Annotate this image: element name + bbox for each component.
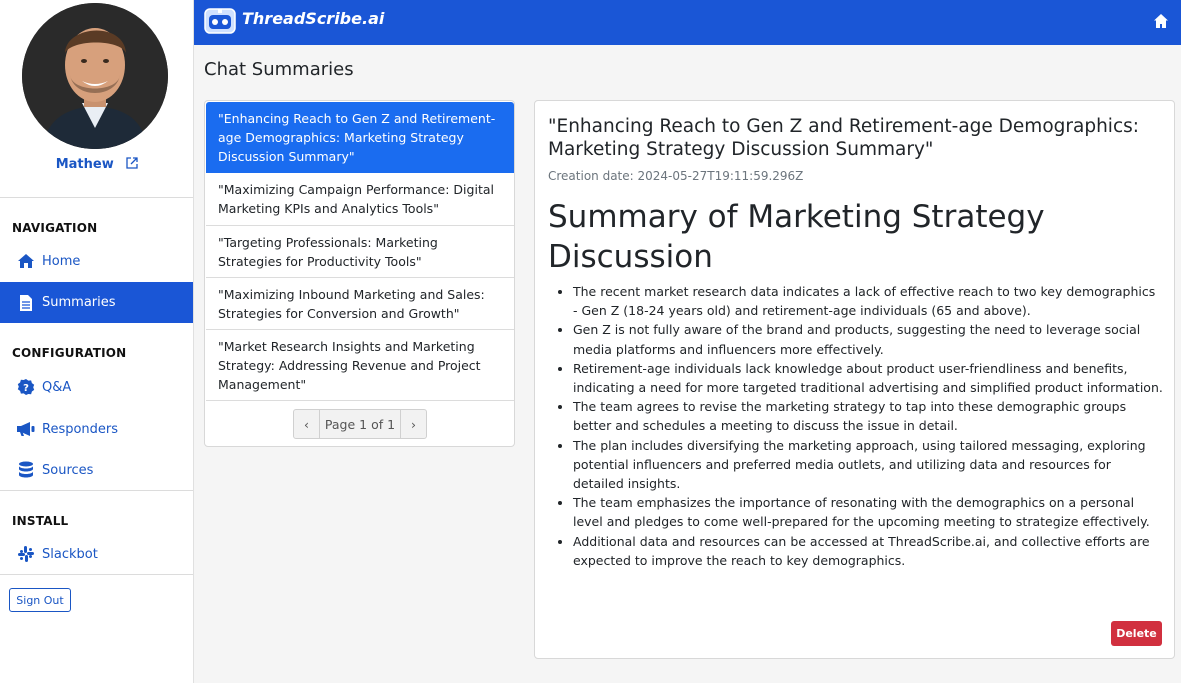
sidebar-item-sources[interactable]: Sources [0, 450, 193, 490]
list-item: The team agrees to revise the marketing … [573, 397, 1163, 435]
sidebar-item-home[interactable]: Home [0, 241, 193, 281]
list-item: The recent market research data indicate… [573, 282, 1163, 320]
avatar [22, 3, 168, 149]
top-bar: ThreadScribe.ai [194, 0, 1181, 45]
slack-icon [16, 544, 36, 564]
list-item[interactable]: "Market Research Insights and Marketing … [206, 330, 514, 401]
sidebar-item-label: Q&A [42, 379, 72, 395]
prev-page-button[interactable]: ‹ [294, 410, 319, 438]
sidebar-item-slackbot[interactable]: Slackbot [0, 534, 193, 574]
next-page-button[interactable]: › [401, 410, 426, 438]
external-link-icon[interactable] [126, 157, 138, 169]
divider [0, 574, 193, 575]
svg-text:?: ? [23, 383, 29, 394]
sidebar-item-qa[interactable]: ? Q&A [0, 367, 193, 407]
page-title: Chat Summaries [204, 59, 354, 80]
section-title-install: INSTALL [12, 514, 69, 528]
sidebar-item-label: Sources [42, 462, 94, 478]
list-item: Retirement-age individuals lack knowledg… [573, 359, 1163, 397]
sidebar-item-label: Responders [42, 421, 119, 437]
user-name[interactable]: Mathew [56, 157, 114, 172]
delete-button[interactable]: Delete [1111, 621, 1162, 646]
list-item[interactable]: "Maximizing Inbound Marketing and Sales:… [206, 278, 514, 330]
summary-bullets: The recent market research data indicate… [573, 282, 1163, 570]
robot-logo-icon [204, 8, 236, 34]
divider [0, 490, 193, 491]
divider [0, 197, 193, 198]
database-icon [16, 460, 36, 480]
home-icon[interactable] [1153, 13, 1169, 29]
list-item[interactable]: "Maximizing Campaign Performance: Digita… [206, 173, 514, 226]
user-profile-link[interactable]: Mathew [0, 157, 194, 172]
sign-out-button[interactable]: Sign Out [9, 588, 71, 612]
megaphone-icon [16, 419, 36, 439]
summary-title: "Enhancing Reach to Gen Z and Retirement… [548, 116, 1139, 160]
sidebar-item-label: Slackbot [42, 546, 98, 562]
page-indicator: Page 1 of 1 [319, 410, 401, 438]
list-item[interactable]: "Enhancing Reach to Gen Z and Retirement… [206, 102, 514, 173]
sidebar-item-label: Summaries [42, 295, 116, 310]
question-icon: ? [16, 377, 36, 397]
sidebar-item-label: Home [42, 253, 81, 269]
section-title-navigation: NAVIGATION [12, 221, 98, 235]
summary-list: "Enhancing Reach to Gen Z and Retirement… [204, 100, 515, 447]
home-icon [16, 251, 36, 271]
list-item[interactable]: "Targeting Professionals: Marketing Stra… [206, 226, 514, 278]
list-item: The plan includes diversifying the marke… [573, 436, 1163, 494]
sidebar-item-summaries[interactable]: Summaries [0, 282, 193, 323]
list-item: The team emphasizes the importance of re… [573, 493, 1163, 531]
list-item: Gen Z is not fully aware of the brand an… [573, 320, 1163, 358]
summary-heading: Summary of Marketing Strategy Discussion [548, 199, 1045, 275]
brand-name: ThreadScribe.ai [242, 9, 385, 28]
creation-date: Creation date: 2024-05-27T19:11:59.296Z [548, 169, 804, 183]
list-item: Additional data and resources can be acc… [573, 532, 1163, 570]
pagination: ‹ Page 1 of 1 › [293, 409, 427, 439]
summary-detail: "Enhancing Reach to Gen Z and Retirement… [534, 100, 1175, 659]
sidebar: Mathew NAVIGATION Home Summaries CONFIGU… [0, 0, 194, 683]
document-icon [16, 293, 36, 313]
section-title-configuration: CONFIGURATION [12, 346, 127, 360]
sidebar-item-responders[interactable]: Responders [0, 409, 193, 449]
